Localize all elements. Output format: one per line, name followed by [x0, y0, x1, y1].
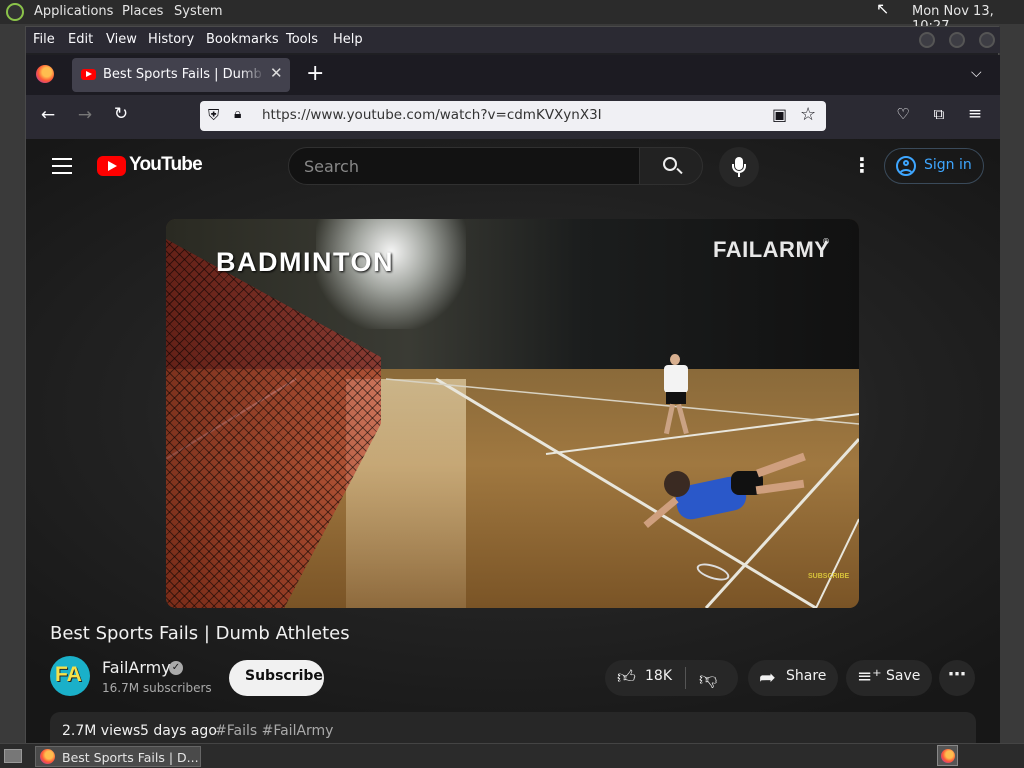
taskbar-window-button[interactable]: Best Sports Fails | D...: [35, 746, 201, 767]
tab-title: Best Sports Fails | Dumb Ath: [103, 67, 265, 82]
search-icon: [663, 157, 677, 171]
menu-file[interactable]: File: [33, 32, 55, 47]
maximize-button[interactable]: [949, 32, 965, 48]
gnome-menu-icon[interactable]: [6, 3, 24, 21]
youtube-play-icon: [97, 156, 126, 176]
taskbar-window-title: Best Sports Fails | D...: [62, 750, 199, 765]
thumbs-down-icon: 👎︎: [699, 669, 718, 690]
new-tab-button[interactable]: +: [306, 61, 324, 86]
save-button[interactable]: ≡⁺ Save: [846, 660, 932, 696]
video-player[interactable]: BADMINTON FAILARMY ® SUBSCRIBE: [166, 219, 859, 608]
menu-history[interactable]: History: [148, 32, 194, 47]
share-arrow-icon: ➦: [759, 665, 776, 689]
subscribe-stamp: SUBSCRIBE: [808, 573, 850, 580]
subscribe-button[interactable]: Subscribe: [229, 660, 324, 696]
sign-in-label: Sign in: [924, 157, 972, 173]
list-all-tabs-chevron-down-icon[interactable]: ⌵: [971, 65, 982, 81]
channel-avatar[interactable]: FA: [50, 656, 90, 696]
upload-age: 5 days ago: [140, 723, 217, 739]
mouse-pointer-icon: ↖: [876, 0, 890, 18]
hamburger-menu-icon[interactable]: ≡: [962, 104, 988, 124]
menu-bookmarks[interactable]: Bookmarks: [206, 32, 279, 47]
bottom-taskbar: Best Sports Fails | D...: [0, 743, 1024, 768]
thumbs-up-icon: 👍︎: [617, 667, 636, 688]
menu-edit[interactable]: Edit: [68, 32, 93, 47]
voice-search-button[interactable]: [719, 147, 759, 187]
bookmark-star-icon[interactable]: ☆: [800, 104, 816, 125]
menu-help[interactable]: Help: [333, 32, 363, 47]
youtube-header: YouTube Search ⋮ Sign in: [26, 139, 1000, 195]
forward-arrow-icon[interactable]: →: [72, 105, 98, 125]
youtube-logo[interactable]: YouTube: [97, 154, 203, 177]
dislike-button[interactable]: 👎︎: [686, 660, 738, 696]
back-arrow-icon[interactable]: ←: [35, 105, 61, 125]
firefox-view-icon[interactable]: [36, 65, 54, 83]
youtube-wordmark: YouTube: [129, 154, 203, 175]
reader-view-icon[interactable]: ▣: [772, 105, 787, 124]
search-placeholder: Search: [304, 157, 359, 176]
tab-bar: Best Sports Fails | Dumb Ath ✕ + ⌵: [26, 55, 1000, 95]
menu-view[interactable]: View: [106, 32, 137, 47]
reload-icon[interactable]: ↻: [108, 104, 134, 124]
channel-avatar-text: FA: [55, 663, 82, 686]
share-button[interactable]: ➦ Share: [748, 660, 838, 696]
applications-menu[interactable]: Applications: [34, 4, 113, 19]
like-button[interactable]: 👍︎ 18K: [605, 660, 686, 696]
verified-check-icon: ✓: [169, 661, 183, 675]
description-box[interactable]: 2.7M views 5 days ago #Fails #FailArmy: [50, 712, 976, 744]
url-bar[interactable]: ⛨ 🔒︎ https://www.youtube.com/watch?v=cdm…: [200, 101, 826, 131]
account-circle-icon: [896, 156, 916, 176]
like-count: 18K: [645, 668, 672, 684]
video-player-fallen: [643, 452, 806, 554]
failarmy-watermark: FAILARMY: [713, 237, 830, 262]
menubar: File Edit View History Bookmarks Tools H…: [26, 27, 1000, 53]
guide-menu-icon[interactable]: [52, 158, 72, 174]
url-text[interactable]: https://www.youtube.com/watch?v=cdmKVXyn…: [262, 107, 602, 123]
playlist-add-icon: ≡⁺: [857, 666, 882, 687]
subscriber-count: 16.7M subscribers: [102, 681, 212, 695]
system-menu[interactable]: System: [174, 4, 222, 19]
firefox-tray-icon[interactable]: [937, 745, 958, 766]
subscribe-label: Subscribe: [245, 668, 323, 684]
places-menu[interactable]: Places: [122, 4, 163, 19]
view-count: 2.7M views: [62, 723, 141, 739]
close-window-button[interactable]: [979, 32, 995, 48]
lock-icon[interactable]: 🔒︎: [234, 106, 241, 122]
sign-in-button[interactable]: Sign in: [884, 148, 984, 184]
minimize-button[interactable]: [919, 32, 935, 48]
video-title: Best Sports Fails | Dumb Athletes: [50, 623, 350, 644]
share-label: Share: [786, 668, 827, 684]
search-button[interactable]: [639, 147, 703, 185]
video-overlay-title: BADMINTON: [216, 247, 394, 277]
firefox-window: File Edit View History Bookmarks Tools H…: [25, 26, 1000, 744]
watermark-registered-mark: ®: [822, 237, 830, 246]
channel-name[interactable]: FailArmy: [102, 658, 171, 677]
close-tab-icon[interactable]: ✕: [270, 64, 283, 82]
more-horiz-icon: ⋯: [948, 664, 966, 685]
tracking-shield-icon[interactable]: ⛨: [208, 106, 219, 124]
top-panel: Applications Places System ↖ Mon Nov 13,…: [0, 0, 1024, 34]
pocket-icon[interactable]: ♡: [890, 105, 916, 123]
menu-tools[interactable]: Tools: [286, 32, 318, 47]
youtube-favicon-icon: [81, 69, 96, 80]
video-player-standing: [661, 354, 691, 439]
tab-active[interactable]: Best Sports Fails | Dumb Ath ✕: [72, 58, 290, 92]
firefox-task-icon: [40, 749, 55, 764]
hashtags[interactable]: #Fails #FailArmy: [215, 723, 333, 739]
search-input[interactable]: Search: [288, 147, 640, 185]
save-label: Save: [886, 668, 921, 684]
navigation-bar: ← → ↻ ⛨ 🔒︎ https://www.youtube.com/watch…: [26, 95, 1000, 139]
youtube-page: YouTube Search ⋮ Sign in BADMINTON FAILA…: [26, 139, 1000, 744]
like-dislike-group: 👍︎ 18K 👎︎: [605, 660, 738, 696]
show-desktop-icon[interactable]: [4, 749, 22, 763]
more-actions-button[interactable]: ⋯: [939, 660, 975, 696]
settings-more-vert-icon[interactable]: ⋮: [852, 153, 872, 177]
extensions-puzzle-icon[interactable]: ⧉: [926, 105, 952, 123]
